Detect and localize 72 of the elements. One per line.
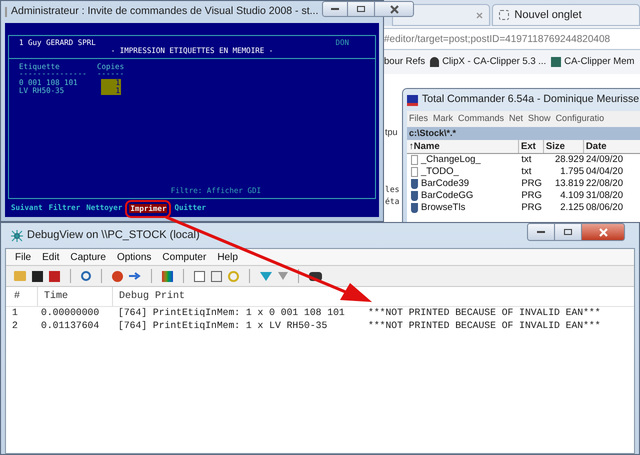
file-size: 28.929 [554,152,584,167]
file-name[interactable]: _TODO_ [421,164,459,180]
page-icon [499,10,510,20]
menu-item[interactable]: Help [217,250,238,264]
page-text: tpu [385,126,398,139]
debug-result: ***NOT PRINTED BECAUSE OF INVALID EAN*** [368,319,601,334]
file-date: 08/06/20 [585,200,624,215]
column-header[interactable]: Date [584,140,640,153]
menu-item[interactable]: Configuratio [556,112,604,126]
row-number: 2 [11,319,19,334]
new-tab[interactable]: Nouvel onglet [492,4,640,26]
file-extension: PRG [520,176,543,191]
close-button[interactable] [581,223,625,241]
window-title: Total Commander 6.54a - Dominique Meurisse [422,92,640,108]
file-size: 4.109 [559,188,584,203]
window-title: DebugView on \\PC_STOCK (local) [27,228,200,244]
menu-item[interactable]: Computer [162,250,206,264]
file-name[interactable]: BarCodeGG [421,188,474,204]
file-name[interactable]: BarCode39 [421,176,470,192]
file-extension: txt [520,152,532,167]
maximize-button[interactable] [348,1,374,17]
column-header[interactable]: Ext [519,140,544,153]
minimize-button[interactable] [322,1,348,17]
close-icon [476,12,484,18]
column-header[interactable]: Time [38,287,113,306]
debug-message: [764] PrintEtiqInMem: 1 x LV RH50-35 [117,319,328,334]
file-date: 04/04/20 [585,164,624,179]
maximize-button[interactable] [555,223,581,241]
file-size: 13.819 [554,176,584,191]
file-extension: PRG [520,200,543,215]
page-text: les [385,184,400,196]
file-size: 2.125 [559,200,584,215]
file-name[interactable]: _ChangeLog_ [421,152,481,168]
file-date: 24/09/20 [585,152,624,167]
capture-icon[interactable] [112,270,123,282]
file-extension: txt [520,164,532,179]
debug-result: ***NOT PRINTED BECAUSE OF INVALID EAN*** [368,306,601,320]
column-header[interactable]: # [6,287,38,306]
bookmark-link[interactable]: ClipX - CA-Clipper 5.3 ... [430,54,546,70]
file-extension: PRG [520,188,543,203]
menu-item[interactable]: Show [528,112,551,126]
close-icon [390,4,399,14]
minimize-button[interactable] [527,223,555,241]
bug-icon [11,230,23,242]
time-cell-text: 0.01137604 [40,319,100,334]
file-date: 22/08/20 [585,176,624,191]
debug-message: [764] PrintEtiqInMem: 1 x 0 001 108 101 [117,306,346,320]
menu-item[interactable]: File [15,250,32,264]
menu-item[interactable]: Mark [433,112,454,126]
menu-item[interactable]: Capture [70,250,106,264]
column-header[interactable]: Size [544,140,584,153]
file-name[interactable]: BrowseTls [421,200,466,216]
close-button[interactable] [374,1,414,17]
file-size: 1.795 [559,164,584,179]
page-text: éta [385,196,400,208]
column-header[interactable]: Debug Print [113,287,186,306]
address-bar[interactable]: #editor/target=post;postID=4197118769244820408 [384,28,640,50]
column-header[interactable]: ↑Name [407,140,519,153]
menu-item[interactable]: Options [116,250,152,264]
path-bar: c:\Stock\*.* [407,127,640,140]
right-arrow-icon[interactable] [129,272,141,280]
time-cell-text: 0.00000000 [40,306,100,320]
bookmark-link[interactable]: bour Refs [384,54,426,70]
menu-item[interactable]: Files [409,112,428,126]
menu-item[interactable]: Edit [42,250,60,264]
file-date: 31/08/20 [585,188,624,203]
close-icon [598,228,608,236]
row-number: 1 [11,306,19,320]
menu-item[interactable]: Net [509,112,524,126]
bookmark-link[interactable]: CA-Clipper Mem [551,54,634,70]
window-title: Administrateur : Invite de commandes de Visual Studio 2008 - st... [11,4,318,20]
menu-item[interactable]: Commands [458,112,504,126]
